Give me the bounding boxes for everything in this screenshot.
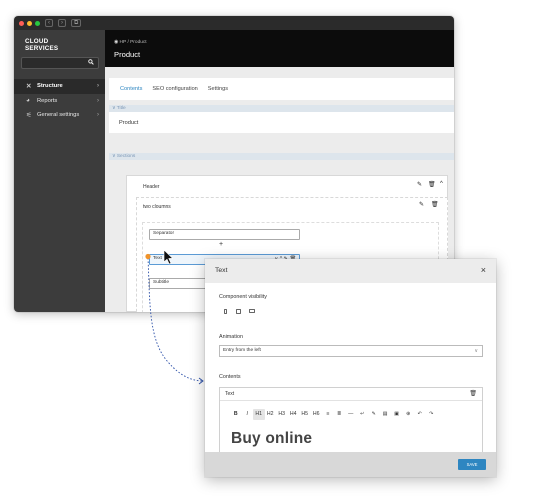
- rich-text-editor[interactable]: Text 🗑 B I H1 H2 H3 H4 H5 H6 ≡ ≣ — ↵ ✎ ▤…: [219, 387, 483, 453]
- modal-footer: SAVE: [205, 452, 496, 477]
- breadcrumb-text[interactable]: HP / Product: [120, 40, 147, 45]
- connector-arrow-icon: [198, 377, 204, 385]
- close-window-dot[interactable]: [19, 20, 24, 26]
- text-component-modal: Text × Component visibility Animation En…: [205, 259, 496, 477]
- embed-icon[interactable]: ⊕: [403, 409, 415, 420]
- back-button[interactable]: ‹: [45, 19, 53, 27]
- chevron-down-icon: ∨: [112, 154, 116, 159]
- text-field-label: Text: [153, 256, 162, 261]
- tablet-visibility-icon[interactable]: [236, 309, 241, 314]
- animation-select-value: Entry from the left: [223, 348, 261, 353]
- tab-contents[interactable]: Contents: [120, 86, 142, 92]
- brand-logo: CLOUD SERVICES: [25, 38, 59, 52]
- pencil-icon[interactable]: ✎: [419, 201, 424, 208]
- minimize-window-dot[interactable]: [27, 20, 32, 26]
- contents-label: Contents: [219, 374, 241, 380]
- subtitle-field-label: Subtitle: [153, 280, 169, 285]
- sidebar: CLOUD SERVICES ✕ Structure › ◕ Reports ›…: [14, 30, 105, 312]
- separator-field-label: Separator: [153, 231, 175, 236]
- sidebar-item-label: Structure: [37, 83, 63, 90]
- page-title: Product: [114, 50, 141, 59]
- settings-sliders-icon: ⚟: [26, 112, 32, 120]
- trash-icon[interactable]: 🗑: [428, 181, 436, 188]
- title-value: Product: [119, 120, 139, 126]
- header-block-label: Header: [143, 184, 160, 190]
- structure-icon: ✕: [26, 83, 32, 91]
- undo-icon[interactable]: ↶: [414, 409, 426, 420]
- sidebar-nav: ✕ Structure › ◕ Reports › ⚟ General sett…: [14, 79, 105, 123]
- animation-label: Animation: [219, 334, 243, 340]
- forward-button[interactable]: ›: [58, 19, 66, 27]
- page-header: ◉ HP / Product Product: [105, 30, 454, 67]
- home-icon[interactable]: ◉: [114, 40, 118, 45]
- horizontal-rule-icon[interactable]: —: [345, 409, 357, 420]
- title-section-header[interactable]: ∨ Title: [109, 105, 454, 112]
- sections-section-label: Sections: [116, 154, 136, 159]
- title-section-label: Title: [116, 106, 126, 111]
- chevron-right-icon: ›: [97, 112, 99, 119]
- breadcrumb[interactable]: ◉ HP / Product: [114, 40, 147, 45]
- editor-toolbar: B I H1 H2 H3 H4 H5 H6 ≡ ≣ — ↵ ✎ ▤ ▣ ⊕ ↶ …: [230, 407, 437, 421]
- chevron-right-icon: ›: [97, 83, 99, 90]
- separator-field[interactable]: Separator: [149, 229, 300, 240]
- link-icon[interactable]: ✎: [368, 409, 380, 420]
- h6-button[interactable]: H6: [311, 409, 323, 420]
- sidebar-item-general-settings[interactable]: ⚟ General settings ›: [14, 108, 105, 123]
- trash-icon[interactable]: 🗑: [431, 201, 439, 208]
- brand-line2: SERVICES: [25, 44, 59, 52]
- bulleted-list-icon[interactable]: ≡: [322, 409, 334, 420]
- two-columns-label: two cloumns: [143, 204, 171, 210]
- tab-bar: Contents SEO configuration Settings: [109, 78, 454, 100]
- redo-icon[interactable]: ↷: [426, 409, 438, 420]
- sidebar-item-reports[interactable]: ◕ Reports ›: [14, 94, 105, 109]
- h4-button[interactable]: H4: [288, 409, 300, 420]
- close-icon[interactable]: ×: [481, 265, 486, 275]
- editor-header: Text 🗑: [220, 388, 482, 401]
- chevron-right-icon: ›: [97, 97, 99, 104]
- search-input[interactable]: [21, 57, 99, 69]
- h3-button[interactable]: H3: [276, 409, 288, 420]
- magnifier-icon[interactable]: [88, 59, 94, 65]
- modal-title: Text: [215, 267, 228, 274]
- sections-section-header[interactable]: ∨ Sections: [109, 153, 454, 160]
- editor-heading-text[interactable]: Buy online: [231, 430, 312, 448]
- tab-seo-configuration[interactable]: SEO configuration: [152, 86, 197, 92]
- h5-button[interactable]: H5: [299, 409, 311, 420]
- visibility-label: Component visibility: [219, 294, 267, 300]
- mobile-visibility-icon[interactable]: [224, 309, 227, 314]
- maximize-window-dot[interactable]: [35, 20, 40, 26]
- sidebar-item-structure[interactable]: ✕ Structure ›: [14, 79, 105, 94]
- bold-button[interactable]: B: [230, 409, 242, 420]
- chevron-down-icon: ∨: [474, 348, 478, 354]
- pencil-icon[interactable]: ✎: [417, 181, 422, 188]
- sidebar-item-label: Reports: [37, 97, 58, 104]
- image-icon[interactable]: ▣: [391, 409, 403, 420]
- reports-icon: ◕: [26, 97, 30, 105]
- modal-header: Text ×: [205, 259, 496, 283]
- add-component-button[interactable]: +: [219, 241, 223, 248]
- h2-button[interactable]: H2: [265, 409, 277, 420]
- chevron-up-icon[interactable]: ^: [440, 181, 443, 187]
- animation-select[interactable]: Entry from the left ∨: [219, 345, 483, 357]
- numbered-list-icon[interactable]: ≣: [334, 409, 346, 420]
- sidebar-toggle-button[interactable]: ⧉: [71, 19, 82, 27]
- title-section-body: Product: [109, 112, 454, 133]
- tab-settings[interactable]: Settings: [208, 86, 228, 92]
- save-button[interactable]: SAVE: [458, 459, 486, 470]
- italic-button[interactable]: I: [242, 409, 254, 420]
- line-break-icon[interactable]: ↵: [357, 409, 369, 420]
- table-icon[interactable]: ▤: [380, 409, 392, 420]
- editor-title: Text: [225, 391, 235, 397]
- h1-button[interactable]: H1: [253, 408, 265, 420]
- chevron-down-icon: ∨: [112, 106, 116, 111]
- window-titlebar: ‹ › ⧉: [14, 16, 454, 30]
- sidebar-item-label: General settings: [37, 112, 80, 119]
- trash-icon[interactable]: 🗑: [469, 390, 477, 397]
- desktop-visibility-icon[interactable]: [249, 309, 255, 313]
